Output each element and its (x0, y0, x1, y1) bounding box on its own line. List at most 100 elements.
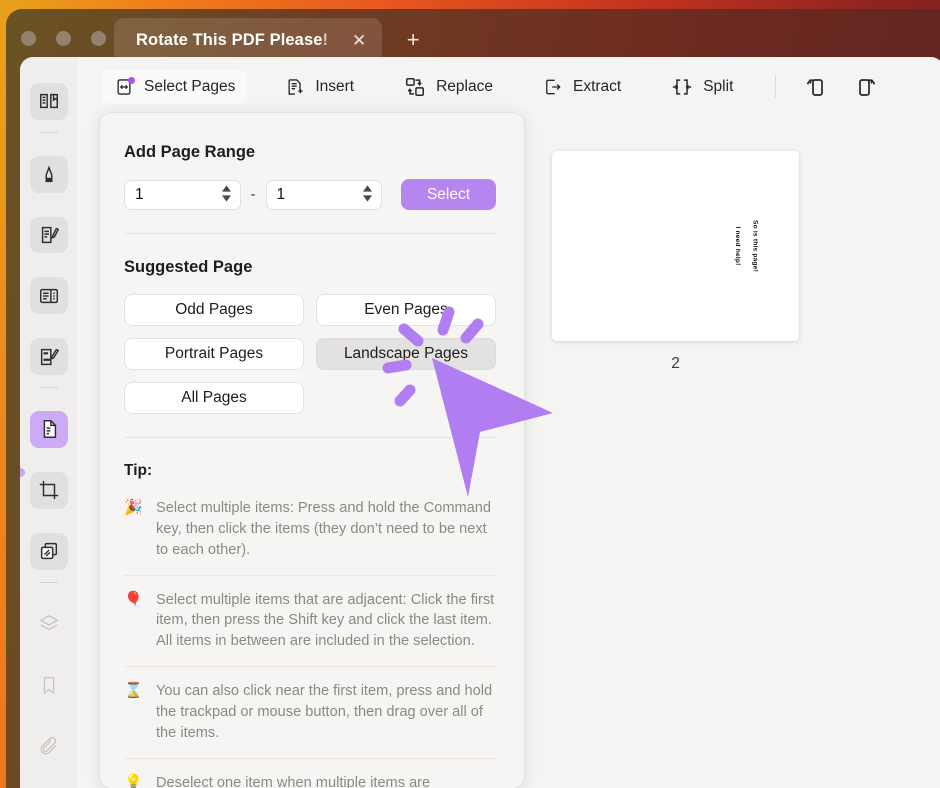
sidebar-item-layers[interactable] (30, 606, 68, 643)
sidebar-item-crop[interactable] (29, 471, 68, 509)
tab-split[interactable]: Split (659, 70, 745, 104)
rotate-left-button[interactable] (796, 70, 832, 104)
left-sidebar (20, 57, 77, 788)
annotate-icon (41, 226, 59, 244)
tip-item: 💡 Deselect one item when multiple items … (124, 757, 496, 788)
traffic-lights (21, 31, 106, 46)
rotate-right-icon (859, 79, 876, 96)
lightbulb-emoji: 💡 (124, 773, 143, 788)
party-popper-emoji: 🎉 (124, 499, 143, 516)
tab-active[interactable]: Rotate This PDF Please! ✕ (114, 18, 383, 62)
tab-insert[interactable]: Insert (273, 70, 366, 104)
page-text-line-1: So is this page! (751, 220, 759, 272)
balloon-emoji: 🎈 (124, 590, 143, 608)
stepper-arrows[interactable] (363, 184, 372, 202)
minimize-window-button[interactable] (56, 31, 71, 46)
toolbar-divider (775, 76, 777, 98)
page-range-row: 1 - 1 Select (124, 179, 496, 210)
replace-icon (406, 78, 425, 96)
screen: Rotate This PDF Please! ✕ + Select Pages… (0, 0, 940, 788)
hourglass-emoji: ⌛ (124, 682, 143, 700)
sign-icon (40, 348, 59, 365)
page-thumbnail-container: So is this page! I need help! 2 (552, 151, 799, 373)
tab-title: Rotate This PDF Please! (136, 30, 329, 49)
layers-icon (38, 614, 59, 631)
even-pages-button[interactable]: Even Pages (316, 294, 496, 326)
crop-icon (39, 481, 58, 500)
sidebar-divider (39, 131, 58, 133)
tip-text: Select multiple items: Press and hold th… (156, 500, 492, 558)
landscape-pages-button[interactable]: Landscape Pages (316, 338, 496, 370)
sidebar-item-sign[interactable] (29, 338, 68, 376)
sidebar-item-organize-pages[interactable] (29, 411, 68, 448)
page-text-line-2: I need help! (733, 226, 741, 266)
bookmark-icon (43, 676, 54, 695)
rotate-left-icon (807, 79, 824, 96)
suggested-page-heading: Suggested Page (124, 258, 253, 276)
attachment-icon (40, 736, 57, 755)
insert-icon (288, 79, 303, 95)
tab-select-pages[interactable]: Select Pages (102, 70, 248, 104)
tab-extract-label: Extract (572, 78, 622, 95)
chevron-up-icon (221, 184, 231, 192)
active-page-indicator (20, 468, 25, 477)
sidebar-item-annotate[interactable] (29, 216, 68, 254)
stepper-arrows[interactable] (221, 184, 231, 202)
sidebar-item-reader-view[interactable] (29, 83, 68, 120)
tip-text: Deselect one item when multiple items ar… (156, 774, 431, 788)
sidebar-divider (39, 581, 58, 583)
tab-split-label: Split (703, 78, 734, 95)
extract-icon (546, 79, 561, 95)
range-from-value: 1 (135, 185, 144, 203)
chevron-down-icon (221, 194, 231, 202)
reader-view-icon (39, 94, 58, 109)
outline-icon (39, 288, 58, 304)
tab-extract[interactable]: Extract (531, 70, 633, 104)
page-number-label: 2 (671, 355, 680, 372)
tip-heading: Tip: (124, 462, 153, 479)
top-toolbar: Select Pages Insert Replace Extract Spli… (77, 57, 940, 117)
tip-item: 🎉 Select multiple items: Press and hold … (124, 492, 496, 575)
tab-replace-label: Replace (436, 78, 493, 95)
range-from-stepper[interactable]: 1 (124, 179, 241, 210)
compare-icon (40, 543, 57, 560)
organize-pages-icon (43, 420, 56, 439)
sidebar-item-highlighter[interactable] (29, 155, 68, 193)
close-icon[interactable]: ✕ (348, 29, 370, 51)
sidebar-item-outline[interactable] (29, 277, 68, 315)
range-to-stepper[interactable]: 1 (265, 179, 382, 210)
split-icon (673, 79, 692, 95)
app-window: Select Pages Insert Replace Extract Spli… (20, 57, 940, 788)
all-pages-button[interactable]: All Pages (124, 382, 304, 414)
tab-strip: Rotate This PDF Please! ✕ + (114, 18, 426, 62)
maximize-window-button[interactable] (91, 31, 106, 46)
tip-text: Select multiple items that are adjacent:… (156, 591, 495, 650)
status-badge (128, 76, 135, 84)
sidebar-item-attachments[interactable] (30, 727, 68, 764)
sidebar-divider (39, 387, 58, 389)
panel-divider (124, 437, 496, 438)
select-pages-panel: Add Page Range 1 - 1 Select Suggested Pa… (100, 113, 524, 788)
tab-insert-label: Insert (315, 78, 355, 95)
odd-pages-button[interactable]: Odd Pages (124, 294, 304, 326)
sidebar-item-bookmarks[interactable] (30, 666, 68, 703)
sidebar-item-compare[interactable] (29, 532, 68, 570)
tip-text: You can also click near the first item, … (156, 683, 493, 741)
rotate-right-button[interactable] (850, 70, 886, 104)
range-separator: - (250, 186, 256, 203)
tab-select-pages-label: Select Pages (144, 78, 236, 95)
portrait-pages-button[interactable]: Portrait Pages (124, 338, 304, 370)
tip-item: 🎈 Select multiple items that are adjacen… (124, 574, 496, 667)
chevron-down-icon (363, 194, 372, 202)
tip-item: ⌛ You can also click near the first item… (124, 666, 496, 758)
new-tab-icon[interactable]: + (400, 27, 426, 53)
highlighter-icon (45, 165, 52, 183)
panel-divider (124, 233, 496, 234)
close-window-button[interactable] (21, 31, 36, 46)
select-button[interactable]: Select (401, 179, 496, 210)
chevron-up-icon (363, 184, 372, 192)
suggested-buttons: Odd Pages Even Pages Portrait Pages Land… (124, 294, 496, 414)
page-thumbnail[interactable]: So is this page! I need help! (552, 151, 799, 341)
add-page-range-heading: Add Page Range (124, 143, 256, 161)
tab-replace[interactable]: Replace (392, 70, 505, 104)
